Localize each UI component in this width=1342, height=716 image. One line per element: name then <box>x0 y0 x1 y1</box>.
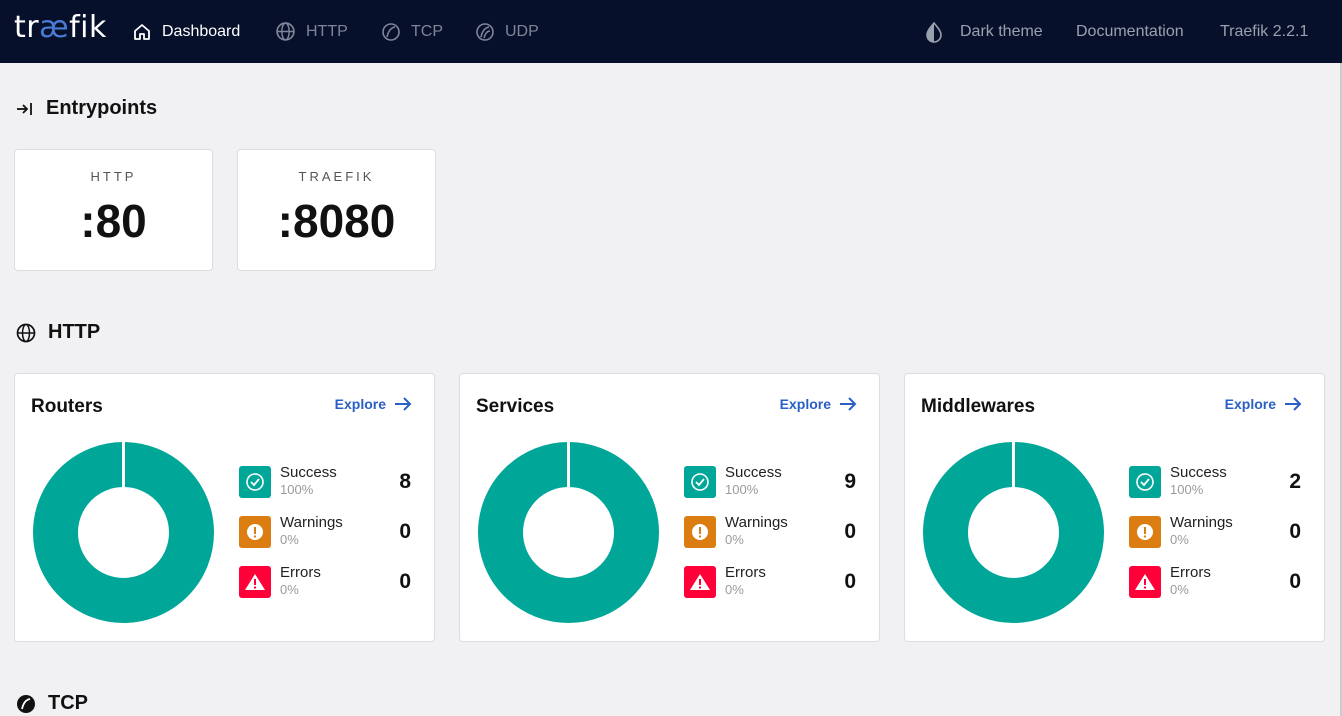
nav-udp-label: UDP <box>505 22 539 40</box>
nav-http[interactable]: HTTP <box>275 0 348 63</box>
tcp-heading: TCP <box>16 692 88 715</box>
warning-icon <box>1129 516 1161 548</box>
nav-tcp-label: TCP <box>411 22 443 40</box>
success-row: Success 100% 8 <box>239 464 411 500</box>
success-row: Success 100% 2 <box>1129 464 1301 500</box>
dark-theme-toggle[interactable]: Dark theme <box>924 0 1043 63</box>
warnings-percent: 0% <box>725 532 744 547</box>
dark-theme-label: Dark theme <box>960 22 1043 40</box>
explore-label: Explore <box>779 396 831 412</box>
arrow-right-icon <box>840 397 857 411</box>
warnings-count: 0 <box>399 520 411 543</box>
middlewares-card: Middlewares Explore Success 100% 2 Warni… <box>904 373 1325 642</box>
warnings-percent: 0% <box>1170 532 1189 547</box>
nav-dashboard[interactable]: Dashboard <box>132 0 240 63</box>
entrypoints-heading: Entrypoints <box>16 97 157 120</box>
errors-count: 0 <box>399 570 411 593</box>
errors-percent: 0% <box>280 582 299 597</box>
traefik-logo[interactable]: træfik <box>14 10 107 45</box>
routers-card: Routers Explore Success 100% 8 Warnings … <box>14 373 435 642</box>
success-percent: 100% <box>280 482 314 497</box>
http-title: HTTP <box>48 321 101 343</box>
entrypoint-name: TRAEFIK <box>298 169 375 184</box>
warnings-count: 0 <box>1289 520 1301 543</box>
warnings-row: Warnings 0% 0 <box>1129 514 1301 550</box>
arrow-right-icon <box>395 397 412 411</box>
card-title: Middlewares <box>921 396 1036 417</box>
entrypoint-name: HTTP <box>90 169 137 184</box>
success-count: 9 <box>844 470 856 493</box>
tcp-icon <box>17 694 35 713</box>
card-title: Routers <box>31 396 103 417</box>
card-title: Services <box>476 396 555 417</box>
warnings-count: 0 <box>844 520 856 543</box>
top-navbar: træfik Dashboard HTTP TCP UDP Dark theme… <box>0 0 1342 63</box>
errors-label: Errors <box>725 564 766 581</box>
errors-row: Errors 0% 0 <box>1129 564 1301 600</box>
status-donut-chart <box>478 441 659 623</box>
errors-percent: 0% <box>725 582 744 597</box>
nav-http-label: HTTP <box>306 22 348 40</box>
tcp-title: TCP <box>48 692 88 714</box>
version-label: Traefik 2.2.1 <box>1220 0 1308 63</box>
warnings-label: Warnings <box>280 514 343 531</box>
success-count: 8 <box>399 470 411 493</box>
documentation-link[interactable]: Documentation <box>1076 0 1184 63</box>
errors-percent: 0% <box>1170 582 1189 597</box>
errors-count: 0 <box>1289 570 1301 593</box>
warnings-label: Warnings <box>725 514 788 531</box>
success-count: 2 <box>1289 470 1301 493</box>
success-label: Success <box>1170 464 1227 481</box>
explore-routers-link[interactable]: Explore <box>335 396 412 412</box>
errors-label: Errors <box>1170 564 1211 581</box>
success-check-icon <box>684 466 716 498</box>
entrypoint-port: :8080 <box>277 195 396 247</box>
nav-udp[interactable]: UDP <box>475 0 539 63</box>
tcp-icon <box>382 22 400 41</box>
documentation-label: Documentation <box>1076 22 1184 40</box>
entrypoint-port: :80 <box>80 195 147 247</box>
error-triangle-icon <box>684 566 716 598</box>
errors-row: Errors 0% 0 <box>684 564 856 600</box>
nav-dashboard-label: Dashboard <box>162 22 241 40</box>
http-heading: HTTP <box>16 321 100 344</box>
status-donut-chart <box>33 441 214 623</box>
entrypoints-title: Entrypoints <box>46 97 158 119</box>
error-triangle-icon <box>1129 566 1161 598</box>
explore-middlewares-link[interactable]: Explore <box>1225 396 1302 412</box>
udp-icon <box>476 22 494 41</box>
explore-label: Explore <box>334 396 386 412</box>
arrow-right-icon <box>1285 397 1302 411</box>
success-row: Success 100% 9 <box>684 464 856 500</box>
warnings-row: Warnings 0% 0 <box>684 514 856 550</box>
success-percent: 100% <box>725 482 759 497</box>
success-check-icon <box>239 466 271 498</box>
nav-tcp[interactable]: TCP <box>381 0 443 63</box>
version-text: Traefik 2.2.1 <box>1220 22 1309 40</box>
warnings-row: Warnings 0% 0 <box>239 514 411 550</box>
errors-count: 0 <box>844 570 856 593</box>
success-percent: 100% <box>1170 482 1204 497</box>
errors-row: Errors 0% 0 <box>239 564 411 600</box>
warnings-percent: 0% <box>280 532 299 547</box>
success-check-icon <box>1129 466 1161 498</box>
warnings-label: Warnings <box>1170 514 1233 531</box>
warning-icon <box>239 516 271 548</box>
entrypoint-card-traefik: TRAEFIK :8080 <box>237 149 436 271</box>
home-icon <box>134 23 150 40</box>
warning-icon <box>684 516 716 548</box>
globe-icon <box>276 22 295 41</box>
explore-services-link[interactable]: Explore <box>780 396 857 412</box>
success-label: Success <box>725 464 782 481</box>
success-label: Success <box>280 464 337 481</box>
globe-icon <box>16 323 36 342</box>
entrypoint-card-http: HTTP :80 <box>14 149 213 271</box>
entrypoint-arrow-icon <box>17 102 32 115</box>
services-card: Services Explore Success 100% 9 Warnings… <box>459 373 880 642</box>
errors-label: Errors <box>280 564 321 581</box>
contrast-drop-icon <box>926 21 942 43</box>
status-donut-chart <box>923 441 1104 623</box>
explore-label: Explore <box>1224 396 1276 412</box>
error-triangle-icon <box>239 566 271 598</box>
